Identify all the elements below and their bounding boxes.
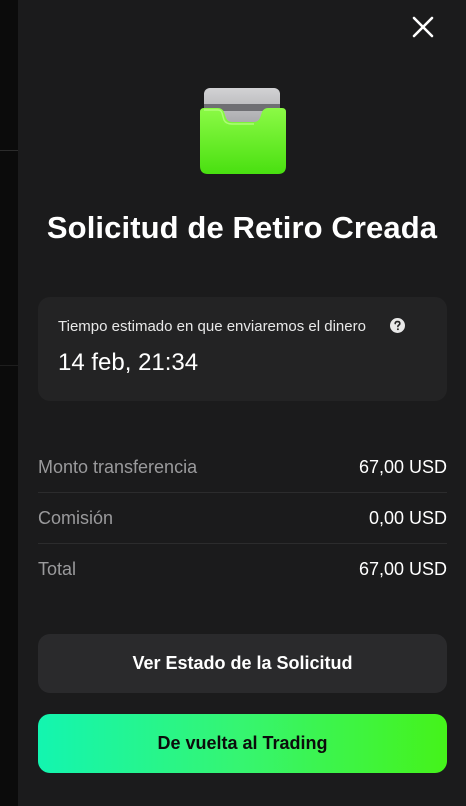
page-title: Solicitud de Retiro Creada (46, 210, 438, 245)
detail-row: Comisión 0,00 USD (38, 493, 447, 544)
close-icon (412, 16, 434, 38)
help-icon[interactable] (390, 318, 405, 333)
detail-label: Monto transferencia (38, 456, 198, 477)
estimate-label: Tiempo estimado en que enviaremos el din… (58, 318, 366, 335)
detail-row: Total 67,00 USD (38, 544, 447, 594)
withdrawal-success-panel: Solicitud de Retiro Creada Tiempo estima… (18, 0, 466, 806)
detail-value: 67,00 USD (358, 558, 447, 579)
estimate-card: Tiempo estimado en que enviaremos el din… (38, 297, 447, 401)
back-to-trading-button[interactable]: De vuelta al Trading (38, 714, 447, 773)
background-divider (0, 150, 18, 151)
wallet-card-icon (200, 88, 286, 174)
details-list: Monto transferencia 67,00 USD Comisión 0… (38, 442, 447, 594)
detail-value: 67,00 USD (358, 456, 447, 477)
detail-label: Total (38, 558, 77, 579)
close-button[interactable] (406, 10, 440, 44)
estimate-value: 14 feb, 21:34 (58, 349, 199, 376)
background-divider (0, 365, 18, 366)
detail-row: Monto transferencia 67,00 USD (38, 442, 447, 493)
background-app-strip (0, 0, 18, 806)
detail-value: 0,00 USD (368, 507, 447, 528)
view-request-status-button[interactable]: Ver Estado de la Solicitud (38, 634, 447, 693)
page: Solicitud de Retiro Creada Tiempo estima… (0, 0, 466, 806)
detail-label: Comisión (38, 507, 114, 528)
